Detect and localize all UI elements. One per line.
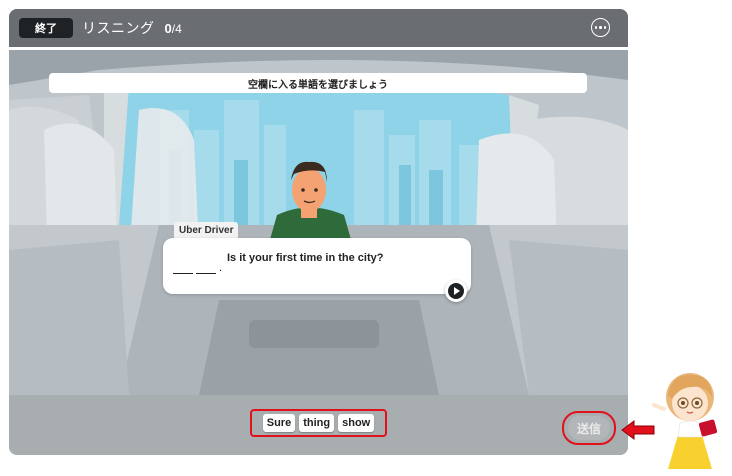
exit-button[interactable]: 終了 (19, 18, 73, 38)
answer-bar: Sure thing show 送信 (9, 395, 628, 455)
lesson-title: リスニング (82, 20, 155, 36)
play-icon (448, 283, 464, 299)
instruction-banner: 空欄に入る単語を選びましょう (49, 73, 587, 93)
car-interior-scene (9, 50, 628, 395)
submit-highlight: 送信 (562, 411, 616, 445)
lesson-window: 終了 リスニング 0/4 空欄に入る単語を選びましょう Uber Driver … (9, 9, 628, 455)
progress-total: /4 (171, 21, 182, 36)
answer-blanks: . (173, 262, 222, 274)
blank-suffix: . (219, 262, 223, 274)
dialogue-sentence: Is it your first time in the city? (227, 252, 384, 264)
top-bar: 終了 リスニング 0/4 (9, 9, 628, 47)
answer-blank-2[interactable] (196, 263, 216, 274)
speaker-name-tag: Uber Driver (174, 222, 239, 238)
word-chip-show[interactable]: show (338, 414, 375, 432)
more-dots-icon[interactable] (591, 18, 610, 37)
word-bank: Sure thing show (250, 409, 387, 437)
word-chip-sure[interactable]: Sure (262, 414, 296, 432)
progress-counter: 0/4 (165, 21, 182, 36)
play-audio-button[interactable] (445, 280, 467, 302)
answer-blank-1[interactable] (173, 263, 193, 274)
word-chip-thing[interactable]: thing (299, 414, 335, 432)
mascot-character (652, 373, 718, 469)
car-illustration (9, 50, 628, 395)
submit-button[interactable]: 送信 (568, 416, 610, 440)
progress-current: 0 (164, 20, 172, 36)
dialogue-bubble: Is it your first time in the city? . (163, 238, 471, 302)
